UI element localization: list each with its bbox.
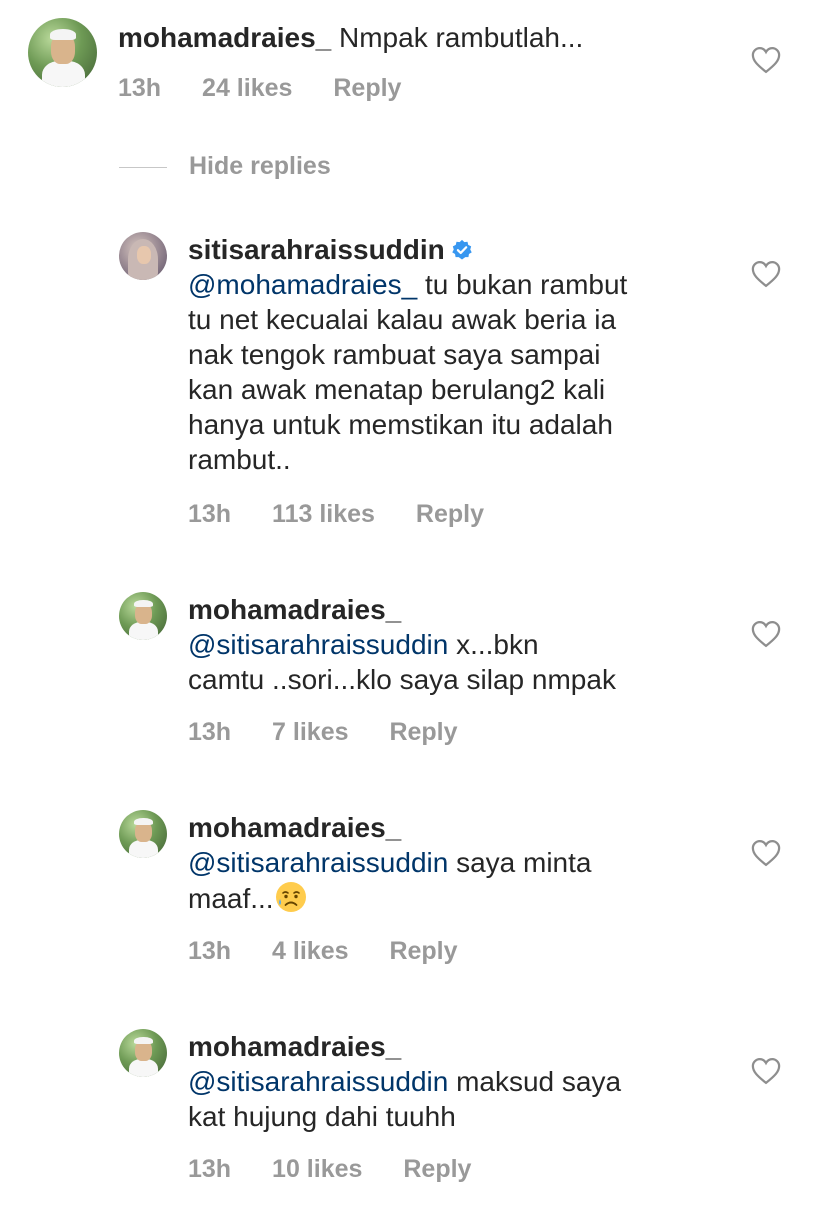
comment-text: mohamadraies_ Nmpak rambutlah...: [118, 20, 738, 55]
reply-time: 13h: [188, 718, 232, 746]
reply-mention[interactable]: @sitisarahraissuddin: [188, 1066, 448, 1097]
verified-badge-icon: [452, 239, 472, 260]
avatar[interactable]: [119, 592, 167, 640]
reply-text: sitisarahraissuddin @mohamadraies_ tu bu…: [188, 232, 748, 477]
reply-body-line: maksud saya: [448, 1066, 622, 1097]
hide-replies-button[interactable]: Hide replies: [189, 152, 331, 181]
reply-reply-button[interactable]: Reply: [389, 937, 457, 966]
reply-body-line: kan awak menatap berulang2 kali: [188, 374, 606, 405]
reply-meta: 13h 10 likes Reply: [188, 1155, 471, 1184]
reply-body-line: hanya untuk memstikan itu adalah: [188, 409, 613, 440]
reply-body-line: saya minta: [448, 847, 592, 878]
reply-username[interactable]: mohamadraies_: [188, 1031, 401, 1062]
reply-body-line: tu net kecualai kalau awak beria ia: [188, 304, 617, 335]
reply-username[interactable]: sitisarahraissuddin: [188, 234, 445, 265]
reply-meta: 13h 7 likes Reply: [188, 718, 458, 747]
reply-body-line: kat hujung dahi tuuhh: [188, 1101, 456, 1132]
reply-mention[interactable]: @mohamadraies_: [188, 269, 417, 300]
reply-text: mohamadraies_ @sitisarahraissuddin saya …: [188, 810, 748, 916]
reply-likes[interactable]: 7 likes: [272, 718, 348, 747]
heart-icon[interactable]: [751, 839, 781, 867]
comment-likes[interactable]: 24 likes: [202, 74, 292, 103]
avatar[interactable]: [28, 18, 97, 87]
avatar[interactable]: [119, 810, 167, 858]
comment-item: mohamadraies_ Nmpak rambutlah... 13h 24 …: [0, 0, 828, 120]
reply-body-line: nak tengok rambuat saya sampai: [188, 339, 601, 370]
reply-body-line: x...bkn: [448, 629, 539, 660]
comment-reply-button[interactable]: Reply: [333, 74, 401, 103]
heart-icon[interactable]: [751, 260, 781, 288]
comment-meta: 13h 24 likes Reply: [118, 74, 401, 103]
reply-text: mohamadraies_ @sitisarahraissuddin maksu…: [188, 1029, 748, 1134]
reply-reply-button[interactable]: Reply: [403, 1155, 471, 1184]
reply-username[interactable]: mohamadraies_: [188, 594, 401, 625]
sad-sweat-emoji-icon: [275, 882, 306, 912]
heart-icon[interactable]: [751, 46, 781, 74]
comment-body: Nmpak rambutlah...: [331, 22, 584, 53]
reply-time: 13h: [188, 937, 232, 965]
reply-mention[interactable]: @sitisarahraissuddin: [188, 629, 448, 660]
reply-time: 13h: [188, 500, 232, 528]
reply-likes[interactable]: 113 likes: [272, 500, 375, 529]
comment-time: 13h: [118, 74, 162, 102]
reply-body-line: tu bukan rambut: [417, 269, 628, 300]
comment-username[interactable]: mohamadraies_: [118, 22, 331, 53]
reply-username[interactable]: mohamadraies_: [188, 812, 401, 843]
avatar[interactable]: [119, 232, 167, 280]
reply-text: mohamadraies_ @sitisarahraissuddin x...b…: [188, 592, 748, 697]
reply-likes[interactable]: 10 likes: [272, 1155, 362, 1184]
reply-likes[interactable]: 4 likes: [272, 937, 348, 966]
hide-replies-divider: [119, 167, 167, 168]
reply-body-line: camtu ..sori...klo saya silap nmpak: [188, 664, 616, 695]
reply-body-line: rambut..: [188, 444, 291, 475]
reply-mention[interactable]: @sitisarahraissuddin: [188, 847, 448, 878]
reply-meta: 13h 4 likes Reply: [188, 937, 458, 966]
avatar[interactable]: [119, 1029, 167, 1077]
heart-icon[interactable]: [751, 620, 781, 648]
reply-body-line: maaf...: [188, 883, 274, 914]
reply-meta: 13h 113 likes Reply: [188, 500, 484, 529]
reply-reply-button[interactable]: Reply: [389, 718, 457, 747]
heart-icon[interactable]: [751, 1057, 781, 1085]
reply-reply-button[interactable]: Reply: [416, 500, 484, 529]
reply-time: 13h: [188, 1155, 232, 1183]
